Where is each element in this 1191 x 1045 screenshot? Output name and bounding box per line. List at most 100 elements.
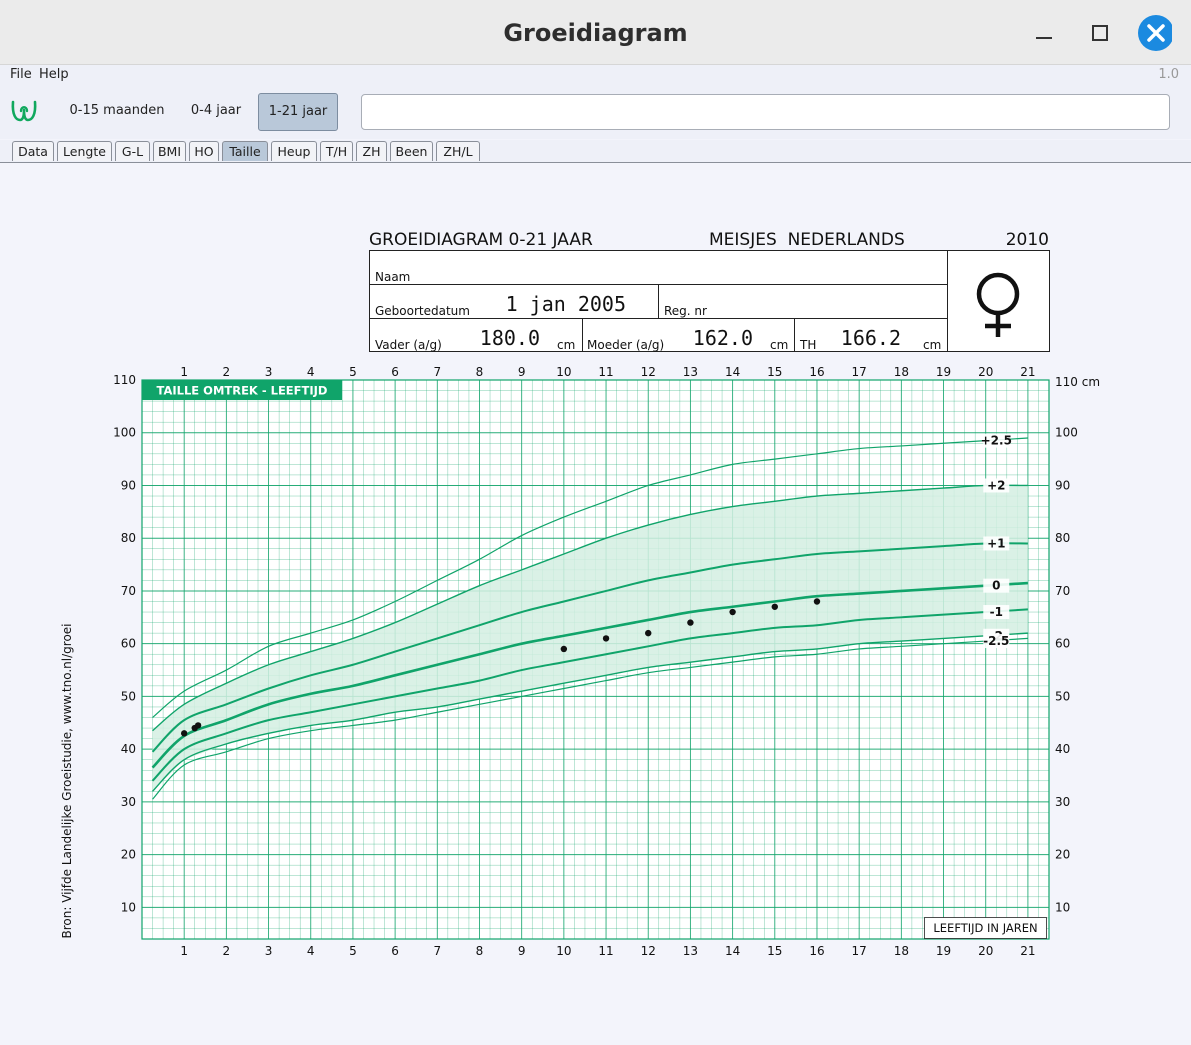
x-tick-label-bottom: 17 — [852, 944, 867, 958]
th-unit: cm — [923, 338, 941, 352]
chart-source: Bron: Vijfde Landelijke Groeistudie, www… — [60, 623, 74, 938]
measurement-point — [729, 608, 736, 616]
measurement-point — [645, 629, 652, 637]
y-tick-label-right: 20 — [1055, 848, 1070, 862]
vader-value: 180.0 — [480, 326, 540, 350]
x-tick-label-bottom: 10 — [556, 944, 571, 958]
y-tick-label-left: 60 — [121, 637, 136, 651]
y-tick-label-left: 110 — [113, 373, 136, 387]
series-label: +2 — [987, 478, 1005, 492]
y-tick-label-left: 90 — [121, 478, 136, 492]
y-tick-label-right: 70 — [1055, 584, 1070, 598]
y-tick-label-right: 80 — [1055, 531, 1070, 545]
measurement-point — [602, 635, 610, 642]
measurement-point — [180, 730, 188, 737]
x-tick-label-bottom: 6 — [391, 944, 399, 958]
x-tick-label-bottom: 11 — [598, 944, 613, 958]
moeder-label: Moeder (a/g) — [587, 338, 664, 352]
x-tick-label-top: 8 — [476, 365, 484, 379]
x-tick-label-top: 10 — [556, 365, 571, 379]
x-tick-label-top: 17 — [852, 365, 867, 379]
moeder-value: 162.0 — [693, 326, 753, 350]
chart-xlabel: LEEFTIJD IN JAREN — [933, 921, 1037, 935]
series-label: 0 — [992, 579, 1000, 593]
x-tick-label-bottom: 9 — [518, 944, 526, 958]
x-tick-label-bottom: 18 — [894, 944, 909, 958]
header-year: 2010 — [1006, 230, 1049, 250]
y-tick-label-left: 30 — [121, 795, 136, 809]
x-tick-label-top: 6 — [391, 365, 399, 379]
growth-chart: GROEIDIAGRAM 0-21 JAAR MEISJES NEDERLAND… — [60, 230, 1100, 958]
x-tick-label-bottom: 4 — [307, 944, 315, 958]
x-tick-label-bottom: 5 — [349, 944, 357, 958]
x-tick-label-top: 19 — [936, 365, 951, 379]
x-tick-label-top: 14 — [725, 365, 740, 379]
x-tick-label-top: 4 — [307, 365, 315, 379]
x-tick-label-top: 11 — [598, 365, 613, 379]
x-tick-label-bottom: 20 — [978, 944, 993, 958]
th-label: TH — [799, 338, 816, 352]
x-tick-label-top: 12 — [641, 365, 656, 379]
y-tick-label-left: 100 — [113, 426, 136, 440]
x-tick-label-top: 3 — [265, 365, 273, 379]
x-tick-label-bottom: 19 — [936, 944, 951, 958]
moeder-unit: cm — [770, 338, 788, 352]
x-tick-label-bottom: 1 — [180, 944, 188, 958]
y-right-top-label: 110 cm — [1055, 375, 1100, 389]
x-tick-label-top: 9 — [518, 365, 526, 379]
geboortedatum-label: Geboortedatum — [375, 304, 470, 318]
x-tick-label-top: 18 — [894, 365, 909, 379]
measurement-point — [813, 598, 821, 605]
x-tick-label-top: 5 — [349, 365, 357, 379]
x-tick-label-bottom: 14 — [725, 944, 740, 958]
y-tick-label-left: 50 — [121, 689, 136, 703]
th-value: 166.2 — [841, 326, 901, 350]
x-tick-label-bottom: 2 — [223, 944, 231, 958]
vader-label: Vader (a/g) — [375, 338, 442, 352]
regnr-label: Reg. nr — [664, 304, 707, 318]
y-tick-label-left: 40 — [121, 742, 136, 756]
chart-header: GROEIDIAGRAM 0-21 JAAR MEISJES NEDERLAND… — [369, 230, 1050, 352]
x-tick-label-bottom: 8 — [476, 944, 484, 958]
x-tick-label-top: 15 — [767, 365, 782, 379]
y-tick-label-left: 20 — [121, 848, 136, 862]
x-tick-label-bottom: 16 — [809, 944, 824, 958]
series-label: -2.5 — [983, 634, 1009, 648]
geboortedatum-value: 1 jan 2005 — [506, 292, 626, 316]
x-tick-label-bottom: 13 — [683, 944, 698, 958]
x-tick-label-top: 16 — [809, 365, 824, 379]
x-tick-label-top: 7 — [433, 365, 441, 379]
measurement-point — [560, 645, 568, 653]
header-title: GROEIDIAGRAM 0-21 JAAR — [369, 230, 593, 250]
y-tick-label-right: 90 — [1055, 478, 1070, 492]
x-tick-label-bottom: 15 — [767, 944, 782, 958]
y-tick-label-left: 80 — [121, 531, 136, 545]
measurement-point — [194, 722, 202, 729]
series-label: +2.5 — [981, 434, 1012, 448]
header-group: MEISJES NEDERLANDS — [709, 230, 905, 250]
chart-title: TAILLE OMTREK - LEEFTIJD — [157, 384, 328, 398]
y-tick-label-right: 60 — [1055, 637, 1070, 651]
x-tick-label-top: 13 — [683, 365, 698, 379]
y-tick-label-right: 50 — [1055, 689, 1070, 703]
y-tick-label-right: 40 — [1055, 742, 1070, 756]
y-tick-label-left: 10 — [121, 900, 136, 914]
x-tick-label-top: 1 — [180, 365, 188, 379]
series-label: +1 — [987, 536, 1005, 550]
naam-label: Naam — [375, 270, 410, 284]
x-tick-label-bottom: 3 — [265, 944, 273, 958]
x-tick-label-top: 2 — [223, 365, 231, 379]
x-tick-label-top: 20 — [978, 365, 993, 379]
vader-unit: cm — [557, 338, 575, 352]
x-tick-label-bottom: 7 — [433, 944, 441, 958]
measurement-point — [771, 603, 778, 610]
y-tick-label-right: 30 — [1055, 795, 1070, 809]
measurement-point — [687, 619, 694, 626]
x-tick-label-top: 21 — [1020, 365, 1035, 379]
x-tick-label-bottom: 12 — [641, 944, 656, 958]
y-tick-label-right: 100 — [1055, 426, 1078, 440]
series-label: -1 — [990, 605, 1003, 619]
y-tick-label-left: 70 — [121, 584, 136, 598]
x-tick-label-bottom: 21 — [1020, 944, 1035, 958]
y-tick-label-right: 10 — [1055, 900, 1070, 914]
